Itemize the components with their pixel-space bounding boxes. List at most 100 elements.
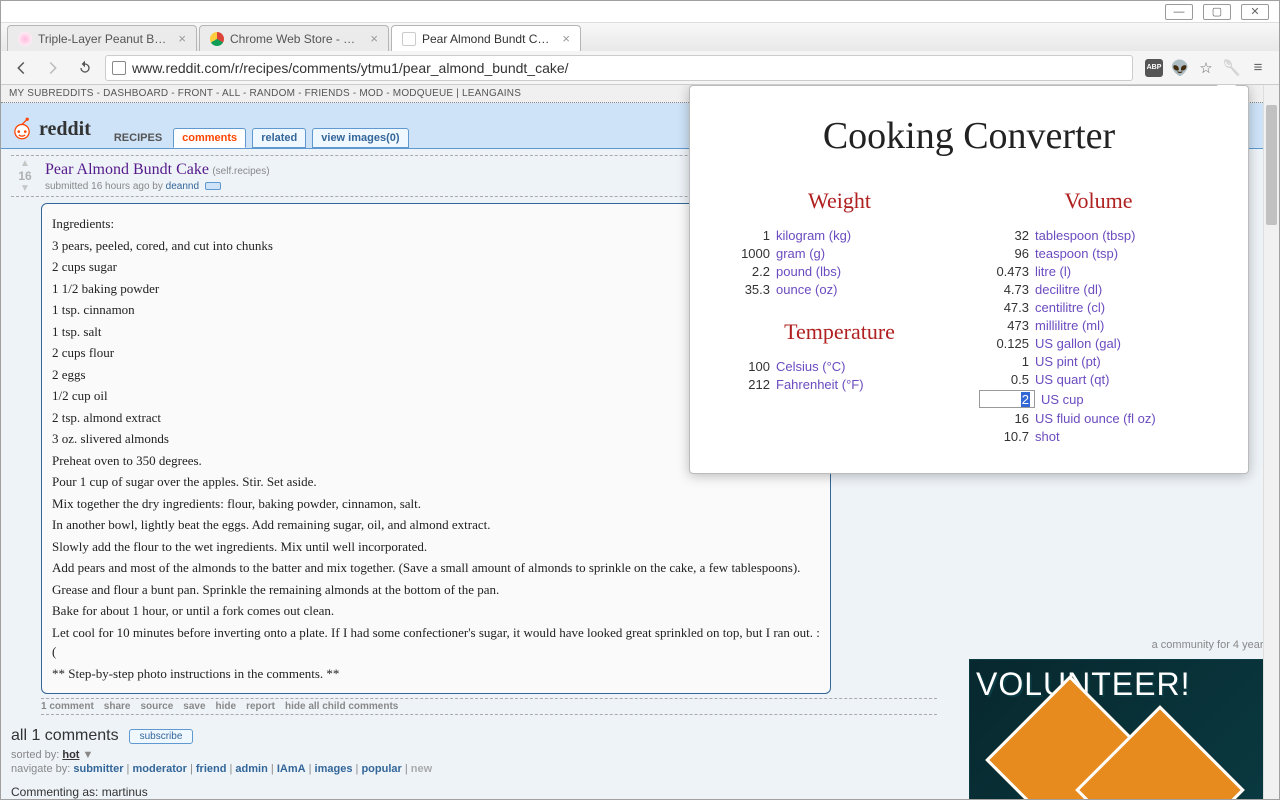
volume-value-input[interactable]: 473 [979,318,1035,333]
temperature-unit-label[interactable]: Fahrenheit (°F) [776,377,864,392]
volume-unit-label[interactable]: decilitre (dl) [1035,282,1102,297]
navby-new[interactable]: new [411,763,432,775]
window-controls: — ▢ ✕ [1,1,1279,23]
temperature-unit-label[interactable]: Celsius (°C) [776,359,845,374]
close-tab-icon[interactable]: × [562,31,570,46]
downvote-icon[interactable]: ▼ [11,183,39,194]
temperature-value-input[interactable]: 212 [720,377,776,392]
weight-unit-label[interactable]: gram (g) [776,246,825,261]
volume-unit-label[interactable]: US pint (pt) [1035,354,1101,369]
tab-2-active[interactable]: Pear Almond Bundt Cake × [391,25,581,51]
scrollbar-thumb[interactable] [1266,105,1277,225]
navby-submitter[interactable]: submitter [73,763,123,775]
converter-icon[interactable]: 🥄 [1223,59,1241,77]
sort-row[interactable]: sorted by: hot ▼ [11,749,937,761]
weight-unit-label[interactable]: pound (lbs) [776,264,841,279]
reddit-alien-icon[interactable]: 👽 [1171,59,1189,77]
tab-label: Pear Almond Bundt Cake [422,32,554,46]
sidebar-banner[interactable]: VOLUNTEER! DEDICATED DAY OF SERVICE [969,659,1269,799]
address-bar[interactable]: www.reddit.com/r/recipes/comments/ytmu1/… [105,55,1133,81]
back-button[interactable] [9,56,33,80]
sorted-label: sorted by: [11,749,62,761]
volume-unit-label[interactable]: teaspoon (tsp) [1035,246,1118,261]
post-body-line: Grease and flour a bunt pan. Sprinkle th… [52,580,820,600]
volume-value-input[interactable]: 32 [979,228,1035,243]
reload-button[interactable] [73,56,97,80]
star-icon[interactable]: ☆ [1197,59,1215,77]
post-domain[interactable]: (self.recipes) [212,166,269,177]
weight-value-input[interactable]: 1000 [720,246,776,261]
post-action-hide-all-child-comments[interactable]: hide all child comments [285,701,398,712]
subscribe-button[interactable]: subscribe [129,729,194,744]
volume-value-input[interactable]: 0.125 [979,336,1035,351]
weight-value-input[interactable]: 2.2 [720,264,776,279]
navby-moderator[interactable]: moderator [132,763,186,775]
volume-unit-label[interactable]: centilitre (cl) [1035,300,1105,315]
close-tab-icon[interactable]: × [178,31,186,46]
navby-friend[interactable]: friend [196,763,227,775]
navby-IAmA[interactable]: IAmA [277,763,306,775]
volume-value-input[interactable]: 47.3 [979,300,1035,315]
volume-unit-label[interactable]: tablespoon (tbsp) [1035,228,1135,243]
volume-value-input[interactable]: 0.5 [979,372,1035,387]
comments-heading: all 1 comments [11,727,119,745]
volume-unit-label[interactable]: millilitre (ml) [1035,318,1104,333]
volume-value-input[interactable]: 16 [979,411,1035,426]
post-action-1-comment[interactable]: 1 comment [41,701,94,712]
weight-unit-label[interactable]: kilogram (kg) [776,228,851,243]
tab-comments[interactable]: comments [173,128,246,148]
navby-popular[interactable]: popular [361,763,401,775]
navby-images[interactable]: images [315,763,353,775]
abp-icon[interactable]: ABP [1145,59,1163,77]
volume-value-input[interactable]: 2 [979,390,1035,408]
post-action-share[interactable]: share [104,701,131,712]
post-action-report[interactable]: report [246,701,275,712]
post-action-hide[interactable]: hide [216,701,237,712]
minimize-button[interactable]: — [1165,4,1193,20]
navby-admin[interactable]: admin [235,763,267,775]
close-window-button[interactable]: ✕ [1241,4,1269,20]
volume-unit-label[interactable]: litre (l) [1035,264,1071,279]
maximize-button[interactable]: ▢ [1203,4,1231,20]
section-label[interactable]: RECIPES [105,128,167,148]
navigate-by-row: navigate by: submitter | moderator | fri… [11,763,937,775]
sort-value[interactable]: hot [62,749,79,761]
post-body-line: Mix together the dry ingredients: flour,… [52,494,820,514]
popup-title: Cooking Converter [720,114,1218,158]
tab-1[interactable]: Chrome Web Store - Cook × [199,25,389,51]
volume-value-input[interactable]: 96 [979,246,1035,261]
volume-value-input[interactable]: 4.73 [979,282,1035,297]
temperature-value-input[interactable]: 100 [720,359,776,374]
author-link[interactable]: deannd [166,181,199,192]
upvote-icon[interactable]: ▲ [11,158,39,169]
close-tab-icon[interactable]: × [370,31,378,46]
weight-value-input[interactable]: 1 [720,228,776,243]
reddit-logo[interactable]: reddit [9,116,91,142]
post-title[interactable]: Pear Almond Bundt Cake [45,161,209,178]
volume-value-input[interactable]: 1 [979,354,1035,369]
menu-icon[interactable]: ≡ [1249,59,1267,77]
volume-unit-label[interactable]: shot [1035,429,1060,444]
weight-value-input[interactable]: 35.3 [720,282,776,297]
tab-0[interactable]: Triple-Layer Peanut Butte × [7,25,197,51]
volume-value-input[interactable]: 10.7 [979,429,1035,444]
reddit-favicon-icon [402,32,416,46]
volume-row-0: 32tablespoon (tbsp) [979,228,1218,243]
site-icon [112,61,126,75]
tab-view-images[interactable]: view images(0) [312,128,408,148]
weight-unit-label[interactable]: ounce (oz) [776,282,837,297]
tab-related[interactable]: related [252,128,306,148]
tab-label: Chrome Web Store - Cook [230,32,362,46]
post-action-source[interactable]: source [140,701,173,712]
volume-unit-label[interactable]: US gallon (gal) [1035,336,1121,351]
post-body-line: Pour 1 cup of sugar over the apples. Sti… [52,472,820,492]
volume-unit-label[interactable]: US cup [1041,392,1084,407]
scrollbar-vertical[interactable] [1263,85,1279,799]
volume-value-input[interactable]: 0.473 [979,264,1035,279]
post-action-save[interactable]: save [183,701,205,712]
forward-button[interactable] [41,56,65,80]
friend-badge-icon [205,182,221,190]
volume-row-1: 96teaspoon (tsp) [979,246,1218,261]
volume-unit-label[interactable]: US fluid ounce (fl oz) [1035,411,1156,426]
volume-unit-label[interactable]: US quart (qt) [1035,372,1109,387]
